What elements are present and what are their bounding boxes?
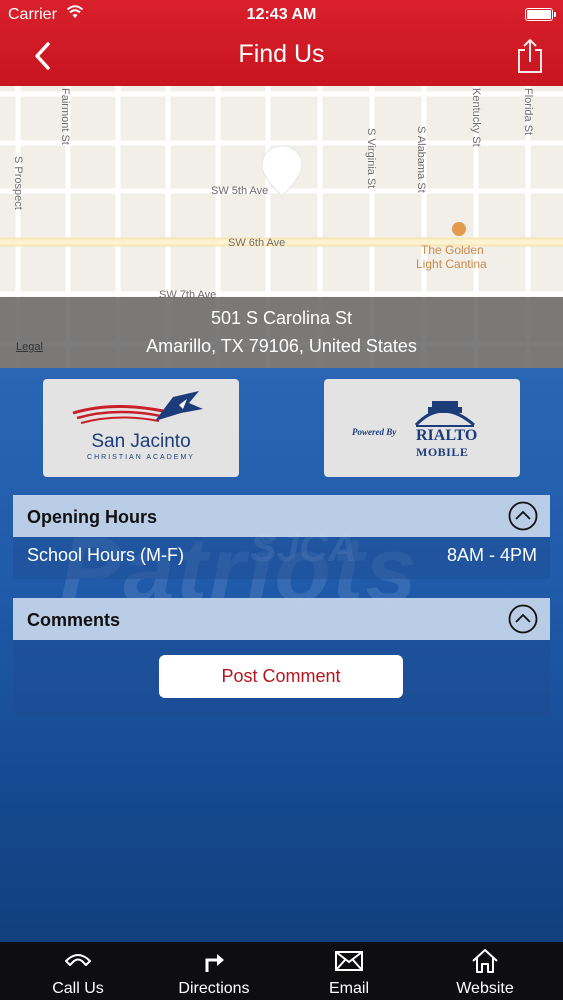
page-title: Find Us — [238, 40, 325, 68]
tab-website[interactable]: Website — [415, 942, 555, 1000]
street-label: S Prospect — [12, 156, 24, 210]
address-line-2: Amarillo, TX 79106, United States — [146, 336, 417, 356]
tab-label: Call Us — [52, 980, 104, 997]
post-comment-button[interactable]: Post Comment — [159, 655, 403, 698]
chevron-up-icon[interactable] — [508, 501, 538, 531]
comments-body: Post Comment — [13, 640, 550, 716]
share-icon — [518, 38, 542, 73]
street-label: SW 6th Ave — [228, 237, 285, 249]
street-label: Fairmont St — [59, 88, 71, 145]
bottom-tab-bar: Call Us Directions Email Website — [0, 942, 563, 1000]
chevron-up-icon[interactable] — [508, 604, 538, 634]
status-bar: Carrier 12:43 AM — [0, 0, 563, 30]
san-jacinto-logo — [72, 391, 203, 424]
rialto-mobile-logo-card[interactable]: Powered By RIALTO MOBILE — [324, 379, 520, 477]
tab-call-us[interactable]: Call Us — [8, 942, 148, 1000]
mobile-label: MOBILE — [416, 445, 469, 459]
hours-time: 8AM - 4PM — [446, 545, 537, 565]
tab-directions[interactable]: Directions — [144, 942, 284, 1000]
san-jacinto-name: San Jacinto — [91, 431, 191, 452]
tab-email[interactable]: Email — [279, 942, 419, 1000]
address-overlay: 501 S Carolina St Amarillo, TX 79106, Un… — [0, 297, 563, 368]
comments-header[interactable]: Comments — [13, 598, 550, 640]
battery-icon — [525, 8, 556, 21]
opening-hours-title: Opening Hours — [27, 507, 157, 527]
street-label: Florida St — [522, 88, 534, 135]
hours-row: School Hours (M-F) 8AM - 4PM — [27, 545, 537, 566]
tab-label: Email — [328, 980, 369, 997]
share-button[interactable] — [515, 38, 545, 74]
comments-panel: Comments Post Comment — [13, 598, 550, 716]
phone-icon — [65, 954, 91, 966]
street-label: SW 5th Ave — [211, 185, 268, 197]
rialto-label: RIALTO — [416, 427, 478, 444]
directions-icon — [205, 954, 224, 972]
street-label: S Alabama St — [415, 126, 427, 193]
opening-hours-header[interactable]: Opening Hours — [13, 495, 550, 537]
address-line-1: 501 S Carolina St — [210, 308, 353, 328]
home-icon — [472, 949, 498, 973]
poi-label: Light Cantina — [416, 257, 487, 271]
street-label: Kentucky St — [470, 88, 482, 147]
envelope-icon — [335, 951, 363, 971]
san-jacinto-logo-card[interactable]: San Jacinto CHRISTIAN ACADEMY — [43, 379, 239, 477]
tab-label: Directions — [178, 980, 250, 997]
opening-hours-body: School Hours (M-F) 8AM - 4PM — [13, 537, 550, 579]
san-jacinto-subtitle: CHRISTIAN ACADEMY — [87, 454, 195, 461]
opening-hours-panel: Opening Hours School Hours (M-F) 8AM - 4… — [13, 495, 550, 579]
tab-label: Website — [456, 980, 514, 997]
hours-label: School Hours (M-F) — [27, 545, 185, 565]
comments-title: Comments — [27, 610, 121, 630]
top-bar: Carrier 12:43 AM Find Us — [0, 0, 563, 86]
street-label: S Virginia St — [365, 128, 377, 188]
map-legal-link[interactable]: Legal — [16, 341, 43, 353]
poi-label: The Golden — [421, 243, 484, 257]
status-time: 12:43 AM — [246, 6, 317, 23]
powered-by-label: Powered By — [352, 427, 397, 437]
